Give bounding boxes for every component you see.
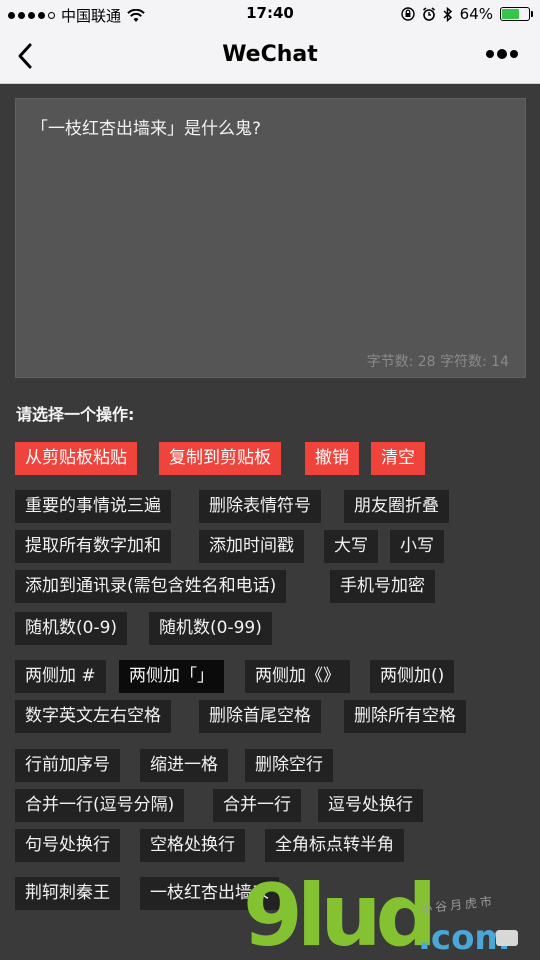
remove-all-spaces-button[interactable]: 删除所有空格 <box>344 700 466 733</box>
line-numbers-button[interactable]: 行前加序号 <box>15 749 120 782</box>
status-bar: 中国联通 17:40 64% <box>0 0 540 28</box>
bluetooth-icon <box>443 6 452 22</box>
wrap-book-title-button[interactable]: 两侧加《》 <box>245 660 350 693</box>
battery-percent: 64% <box>459 5 493 23</box>
merge-comma-button[interactable]: 合并一行(逗号分隔) <box>15 789 185 822</box>
trim-spaces-button[interactable]: 删除首尾空格 <box>199 700 321 733</box>
wrap-parentheses-button[interactable]: 两侧加() <box>370 660 455 693</box>
moments-fold-button[interactable]: 朋友圈折叠 <box>344 490 449 523</box>
space-newline-button[interactable]: 空格处换行 <box>140 829 245 862</box>
merge-line-button[interactable]: 合并一行 <box>213 789 301 822</box>
indent-button[interactable]: 缩进一格 <box>140 749 228 782</box>
fullwidth-to-halfwidth-button[interactable]: 全角标点转半角 <box>265 829 404 862</box>
comma-newline-button[interactable]: 逗号处换行 <box>318 789 423 822</box>
page-title: WeChat <box>222 42 318 67</box>
alarm-icon <box>422 7 435 21</box>
sum-numbers-button[interactable]: 提取所有数字加和 <box>15 530 171 563</box>
period-newline-button[interactable]: 句号处换行 <box>15 829 120 862</box>
random-0-9-button[interactable]: 随机数(0-9) <box>15 612 128 645</box>
add-contact-button[interactable]: 添加到通讯录(需包含姓名和电话) <box>15 570 287 603</box>
text-editor[interactable]: 「一枝红杏出墙来」是什么鬼? 字节数: 28 字符数: 14 <box>15 98 526 378</box>
navigation-bar: WeChat <box>0 28 540 84</box>
undo-button[interactable]: 撤销 <box>305 442 359 475</box>
editor-text: 「一枝红杏出墙来」是什么鬼? <box>31 119 262 139</box>
paste-button[interactable]: 从剪贴板粘贴 <box>15 442 137 475</box>
more-options-icon[interactable] <box>486 49 518 59</box>
copy-button[interactable]: 复制到剪贴板 <box>159 442 281 475</box>
remove-emoji-button[interactable]: 删除表情符号 <box>199 490 321 523</box>
uppercase-button[interactable]: 大写 <box>324 530 378 563</box>
repeat-three-button[interactable]: 重要的事情说三遍 <box>15 490 171 523</box>
watermark-logo: 9lud <box>243 866 437 960</box>
cjk-spacing-button[interactable]: 数字英文左右空格 <box>15 700 171 733</box>
editor-stats: 字节数: 28 字符数: 14 <box>366 354 509 370</box>
orientation-lock-icon <box>400 7 415 21</box>
chat-bubble-icon <box>496 930 518 946</box>
clear-button[interactable]: 清空 <box>371 442 425 475</box>
lowercase-button[interactable]: 小写 <box>390 530 444 563</box>
random-0-99-button[interactable]: 随机数(0-99) <box>149 612 272 645</box>
status-right: 64% <box>400 5 533 23</box>
add-timestamp-button[interactable]: 添加时间戳 <box>199 530 304 563</box>
phone-encrypt-button[interactable]: 手机号加密 <box>330 570 435 603</box>
wrap-hash-button[interactable]: 两侧加 # <box>15 660 106 693</box>
operation-prompt: 请选择一个操作: <box>16 405 135 424</box>
sample-jingke-button[interactable]: 荆轲刺秦王 <box>15 877 120 910</box>
wrap-corner-brackets-button[interactable]: 两侧加「」 <box>119 660 224 693</box>
remove-blank-lines-button[interactable]: 删除空行 <box>245 749 333 782</box>
battery-icon <box>500 7 533 21</box>
